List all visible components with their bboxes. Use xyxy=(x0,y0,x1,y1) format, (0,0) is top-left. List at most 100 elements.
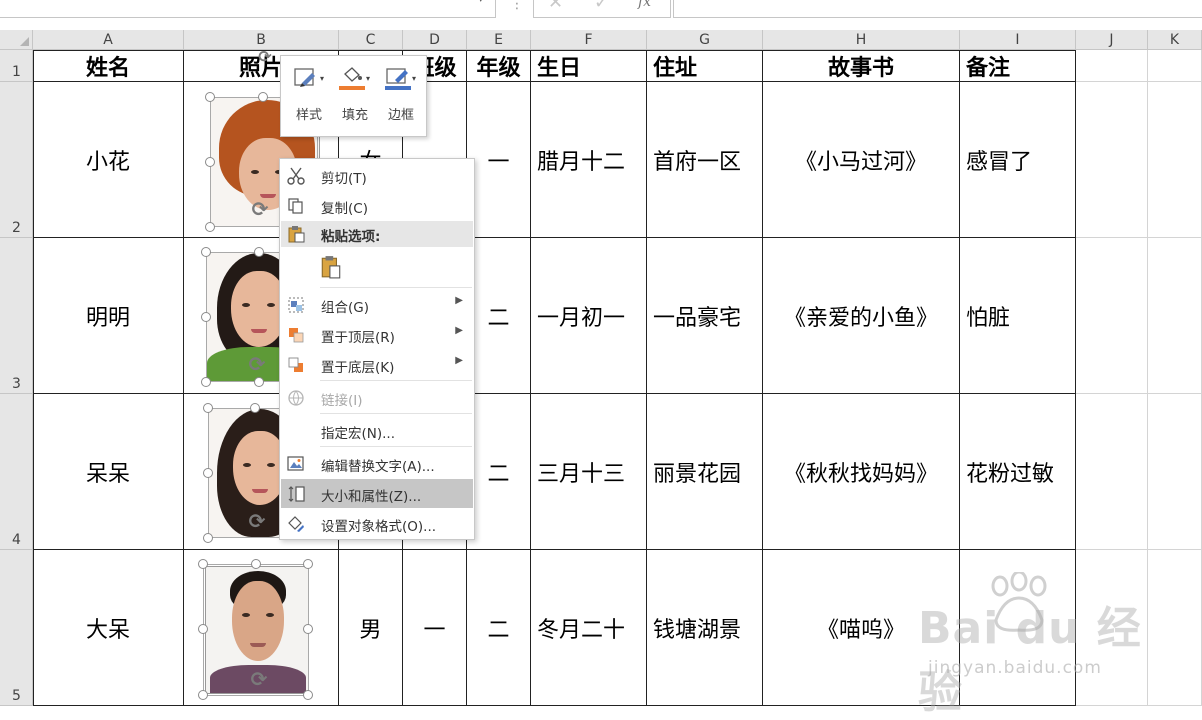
cell-header-birthday[interactable]: 生日 xyxy=(531,50,647,82)
cell-j2[interactable] xyxy=(1076,82,1148,238)
cell-k5[interactable] xyxy=(1148,550,1202,706)
resize-handle[interactable] xyxy=(254,247,264,257)
resize-handle[interactable] xyxy=(205,92,215,102)
cell-grade[interactable]: 二 xyxy=(467,238,531,394)
cell-j4[interactable] xyxy=(1076,394,1148,550)
cell-name[interactable]: 明明 xyxy=(33,238,184,394)
cell-header-address[interactable]: 住址 xyxy=(647,50,763,82)
resize-handle[interactable] xyxy=(203,403,213,413)
rotate-handle-icon[interactable]: ⟳ xyxy=(246,353,268,375)
cell-class[interactable]: 一 xyxy=(403,550,467,706)
rotate-handle-icon[interactable]: ⟳ xyxy=(246,510,268,532)
formula-input[interactable] xyxy=(673,0,1202,18)
cell-j3[interactable] xyxy=(1076,238,1148,394)
name-box-dropdown-icon[interactable]: ▾ xyxy=(478,0,484,5)
menu-item-send-to-back[interactable]: 置于底层(K) ▶ xyxy=(281,350,473,379)
cell-k3[interactable] xyxy=(1148,238,1202,394)
resize-handle[interactable] xyxy=(303,690,313,700)
paste-option-keep-source[interactable] xyxy=(281,251,473,285)
resize-handle[interactable] xyxy=(251,559,261,569)
menu-item-size-and-properties[interactable]: 大小和属性(Z)... xyxy=(281,479,473,508)
cell-birthday[interactable]: 一月初一 xyxy=(531,238,647,394)
menu-item-format-object[interactable]: 设置对象格式(O)... xyxy=(281,509,473,538)
fill-button[interactable]: ▾ 填充 xyxy=(333,62,377,132)
column-header-d[interactable]: D xyxy=(403,30,467,50)
cell-k4[interactable] xyxy=(1148,394,1202,550)
resize-handle[interactable] xyxy=(258,92,268,102)
cell-j1[interactable] xyxy=(1076,50,1148,82)
cell-k1[interactable] xyxy=(1148,50,1202,82)
cell-address[interactable]: 钱塘湖景 xyxy=(647,550,763,706)
menu-item-copy[interactable]: 复制(C) xyxy=(281,191,473,220)
cell-header-note[interactable]: 备注 xyxy=(960,50,1076,82)
style-button[interactable]: ▾ 样式 xyxy=(287,62,331,132)
enter-check-icon[interactable]: ✓ xyxy=(594,0,609,13)
cell-storybook[interactable]: 《喵呜》 xyxy=(763,550,960,706)
cell-storybook[interactable]: 《亲爱的小鱼》 xyxy=(763,238,960,394)
resize-handle[interactable] xyxy=(303,559,313,569)
menu-item-link[interactable]: 链接(I) xyxy=(281,383,473,412)
cell-note[interactable]: 感冒了 xyxy=(960,82,1076,238)
cell-note[interactable] xyxy=(960,550,1076,706)
resize-handle[interactable] xyxy=(205,222,215,232)
cell-address[interactable]: 首府一区 xyxy=(647,82,763,238)
column-header-h[interactable]: H xyxy=(763,30,960,50)
cell-grade[interactable]: 一 xyxy=(467,82,531,238)
cell-birthday[interactable]: 三月十三 xyxy=(531,394,647,550)
insert-function-icon[interactable]: fx xyxy=(638,0,651,10)
resize-handle[interactable] xyxy=(250,403,260,413)
outline-button[interactable]: ▾ 边框 xyxy=(379,62,423,132)
resize-handle[interactable] xyxy=(203,468,213,478)
cell-note[interactable]: 花粉过敏 xyxy=(960,394,1076,550)
column-header-e[interactable]: E xyxy=(467,30,531,50)
column-header-a[interactable]: A xyxy=(33,30,184,50)
column-header-k[interactable]: K xyxy=(1148,30,1202,50)
cell-gender[interactable]: 男 xyxy=(339,550,403,706)
column-header-c[interactable]: C xyxy=(339,30,403,50)
cell-storybook[interactable]: 《秋秋找妈妈》 xyxy=(763,394,960,550)
resize-handle[interactable] xyxy=(254,377,264,387)
column-header-f[interactable]: F xyxy=(531,30,647,50)
cell-storybook[interactable]: 《小马过河》 xyxy=(763,82,960,238)
name-box[interactable] xyxy=(0,0,496,18)
cell-address[interactable]: 一品豪宅 xyxy=(647,238,763,394)
cell-name[interactable]: 大呆 xyxy=(33,550,184,706)
menu-item-bring-to-front[interactable]: 置于顶层(R) ▶ xyxy=(281,320,473,349)
menu-item-edit-alt-text[interactable]: 编辑替换文字(A)... xyxy=(281,449,473,478)
resize-handle[interactable] xyxy=(203,533,213,543)
cell-name[interactable]: 小花 xyxy=(33,82,184,238)
column-header-i[interactable]: I xyxy=(960,30,1076,50)
cancel-icon[interactable]: ✕ xyxy=(548,0,563,13)
row-header-4[interactable]: 4 xyxy=(0,394,33,550)
row-header-5[interactable]: 5 xyxy=(0,550,33,706)
rotate-handle-icon[interactable]: ⟳ xyxy=(249,198,271,220)
resize-handle[interactable] xyxy=(198,690,208,700)
cell-j5[interactable] xyxy=(1076,550,1148,706)
cell-header-grade[interactable]: 年级 xyxy=(467,50,531,82)
cell-birthday[interactable]: 冬月二十 xyxy=(531,550,647,706)
resize-handle[interactable] xyxy=(205,157,215,167)
menu-item-group[interactable]: 组合(G) ▶ xyxy=(281,290,473,319)
row-header-2[interactable]: 2 xyxy=(0,82,33,238)
resize-handle[interactable] xyxy=(201,312,211,322)
cell-header-storybook[interactable]: 故事书 xyxy=(763,50,960,82)
resize-handle[interactable] xyxy=(198,624,208,634)
menu-item-cut[interactable]: 剪切(T) xyxy=(281,161,473,190)
cell-grade[interactable]: 二 xyxy=(467,394,531,550)
cell-note[interactable]: 怕脏 xyxy=(960,238,1076,394)
menu-item-assign-macro[interactable]: 指定宏(N)... xyxy=(281,416,473,445)
column-header-g[interactable]: G xyxy=(647,30,763,50)
row-header-3[interactable]: 3 xyxy=(0,238,33,394)
cell-k2[interactable] xyxy=(1148,82,1202,238)
cell-address[interactable]: 丽景花园 xyxy=(647,394,763,550)
cell-name[interactable]: 呆呆 xyxy=(33,394,184,550)
cell-header-name[interactable]: 姓名 xyxy=(33,50,184,82)
cell-grade[interactable]: 二 xyxy=(467,550,531,706)
rotate-handle-icon[interactable]: ⟳ xyxy=(254,46,276,68)
resize-handle[interactable] xyxy=(201,247,211,257)
resize-handle[interactable] xyxy=(303,624,313,634)
formula-bar-grip-icon[interactable]: ⋮ xyxy=(510,0,524,12)
rotate-handle-icon[interactable]: ⟳ xyxy=(248,668,270,690)
resize-handle[interactable] xyxy=(198,559,208,569)
row-header-1[interactable]: 1 xyxy=(0,50,33,82)
